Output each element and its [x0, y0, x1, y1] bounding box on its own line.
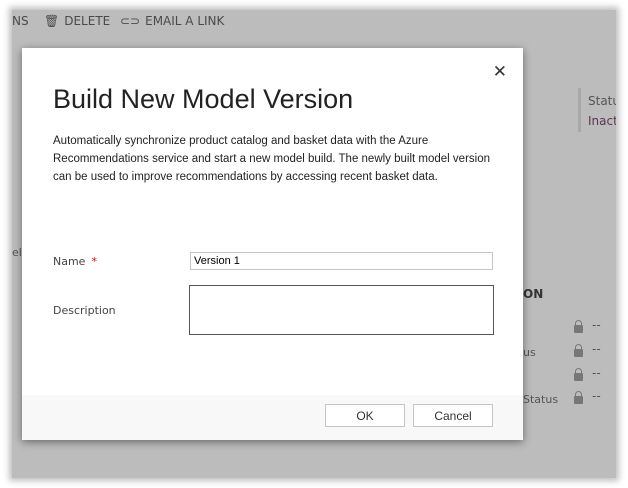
field-value: --	[592, 366, 601, 380]
left-fragment: el	[12, 246, 22, 259]
lock-icon	[574, 391, 583, 404]
description-input[interactable]	[189, 285, 494, 335]
trash-icon: 🗑	[44, 14, 60, 28]
dialog-footer: OK Cancel	[22, 395, 523, 440]
cancel-button[interactable]: Cancel	[413, 404, 493, 427]
field-value: --	[592, 342, 601, 356]
name-input[interactable]	[190, 252, 493, 270]
status-value: Inact	[588, 114, 616, 128]
lock-icon	[574, 344, 583, 357]
email-label: EMAIL A LINK	[145, 14, 225, 28]
section-heading: ON	[523, 287, 544, 301]
status-label: Statu	[588, 94, 616, 108]
name-label: Name *	[53, 255, 97, 268]
name-label-text: Name	[53, 255, 86, 268]
dialog-description: Automatically synchronize product catalo…	[53, 135, 491, 183]
lock-icon	[574, 320, 583, 333]
lock-icon	[574, 368, 583, 381]
required-icon: *	[91, 255, 97, 268]
ok-button[interactable]: OK	[325, 404, 405, 427]
divider	[578, 88, 581, 132]
close-icon[interactable]: ✕	[493, 62, 507, 82]
field-value: --	[592, 318, 601, 332]
field-label: Status	[523, 393, 559, 406]
delete-button[interactable]: 🗑 DELETE	[44, 14, 110, 28]
email-link-button[interactable]: ⊂⊃ EMAIL A LINK	[120, 14, 224, 28]
dialog-title: Build New Model Version	[53, 84, 354, 114]
field-value: --	[592, 389, 601, 403]
description-label: Description	[53, 304, 116, 317]
toolbar-partial-item[interactable]: NS	[12, 14, 29, 28]
build-model-dialog: ✕ Build New Model Version Automatically …	[22, 48, 523, 440]
field-label: us	[523, 346, 536, 359]
link-icon: ⊂⊃	[120, 14, 141, 28]
delete-label: DELETE	[64, 14, 111, 28]
toolbar-partial-label: NS	[12, 14, 29, 28]
